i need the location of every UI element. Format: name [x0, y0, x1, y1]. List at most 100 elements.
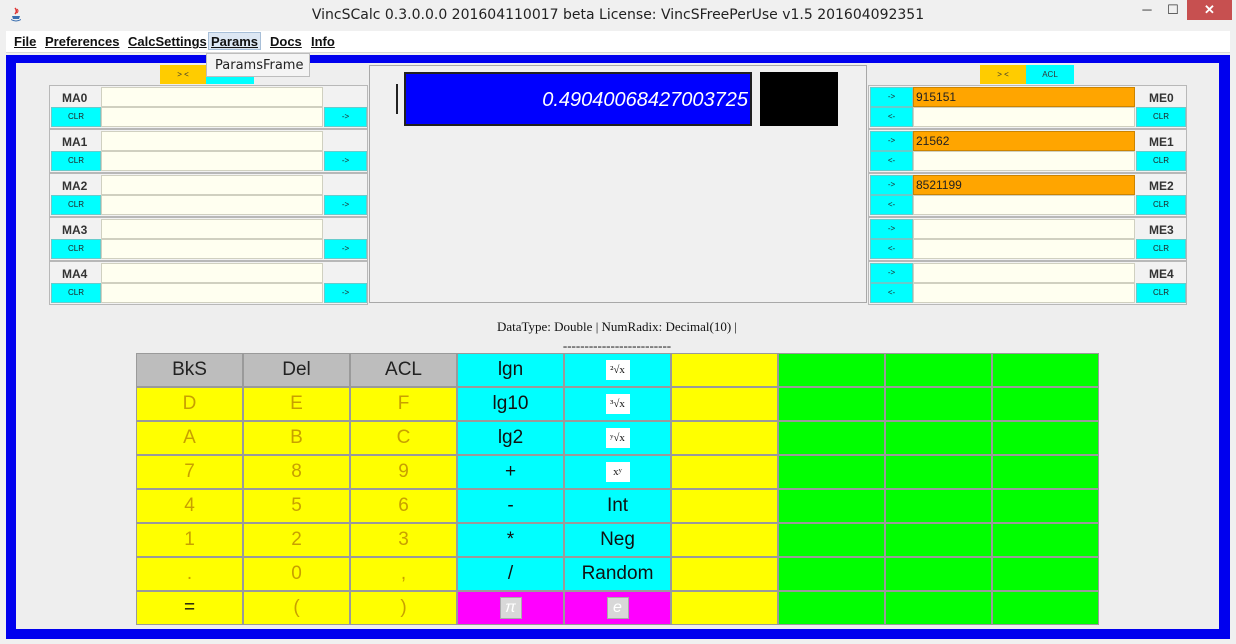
load-me1-button[interactable]: ->	[870, 131, 913, 151]
key-7[interactable]: 7	[136, 455, 243, 489]
key-blank-7-6[interactable]	[778, 591, 885, 625]
right-acl-button[interactable]: ACL	[1026, 65, 1074, 84]
key-6[interactable]: 6	[350, 489, 457, 523]
maximize-button[interactable]: ☐	[1160, 0, 1186, 20]
key-blank-5-7[interactable]	[885, 523, 992, 557]
key-blank-2-7[interactable]	[885, 421, 992, 455]
key-blank-0-6[interactable]	[778, 353, 885, 387]
menu-params[interactable]: Params	[208, 32, 261, 50]
recall-me4-button[interactable]: <-	[870, 283, 913, 303]
key-sym-7-3[interactable]: π	[457, 591, 564, 625]
key-x[interactable]: ʸ√x	[564, 421, 671, 455]
key-blank-3-8[interactable]	[992, 455, 1099, 489]
key-lgn[interactable]: lgn	[457, 353, 564, 387]
key-8[interactable]: 8	[243, 455, 350, 489]
send-ma4-button[interactable]: ->	[324, 283, 367, 303]
memory-value-me1[interactable]: 21562	[913, 131, 1135, 151]
clear-ma0-button[interactable]: CLR	[51, 107, 101, 127]
menu-docs[interactable]: Docs	[268, 33, 304, 51]
key-x[interactable]: xʸ	[564, 455, 671, 489]
memory-input-me3[interactable]	[913, 239, 1135, 259]
key-blank-6-7[interactable]	[885, 557, 992, 591]
key-f[interactable]: F	[350, 387, 457, 421]
key-sym-7-0[interactable]: =	[136, 591, 243, 625]
key-2[interactable]: 2	[243, 523, 350, 557]
key-sym-6-3[interactable]: /	[457, 557, 564, 591]
clear-me2-button[interactable]: CLR	[1136, 195, 1186, 215]
clear-me3-button[interactable]: CLR	[1136, 239, 1186, 259]
memory-input-me2[interactable]	[913, 195, 1135, 215]
key-blank-1-8[interactable]	[992, 387, 1099, 421]
key-4[interactable]: 4	[136, 489, 243, 523]
clear-me4-button[interactable]: CLR	[1136, 283, 1186, 303]
key-random[interactable]: Random	[564, 557, 671, 591]
recall-me0-button[interactable]: <-	[870, 107, 913, 127]
clear-ma4-button[interactable]: CLR	[51, 283, 101, 303]
key-e[interactable]: E	[243, 387, 350, 421]
memory-input-me0[interactable]	[913, 107, 1135, 127]
menu-calcsettings[interactable]: CalcSettings	[126, 33, 209, 51]
key-blank-3-5[interactable]	[671, 455, 778, 489]
minimize-button[interactable]: ─	[1134, 0, 1160, 20]
key-blank-4-8[interactable]	[992, 489, 1099, 523]
key-blank-6-5[interactable]	[671, 557, 778, 591]
key-sym-6-2[interactable]: ,	[350, 557, 457, 591]
key-blank-5-8[interactable]	[992, 523, 1099, 557]
load-me0-button[interactable]: ->	[870, 87, 913, 107]
send-ma3-button[interactable]: ->	[324, 239, 367, 259]
key-blank-4-5[interactable]	[671, 489, 778, 523]
key-a[interactable]: A	[136, 421, 243, 455]
right-swap-button[interactable]: > <	[980, 65, 1026, 84]
clear-ma3-button[interactable]: CLR	[51, 239, 101, 259]
key-3[interactable]: 3	[350, 523, 457, 557]
clear-me1-button[interactable]: CLR	[1136, 151, 1186, 171]
key-blank-4-6[interactable]	[778, 489, 885, 523]
key-blank-1-6[interactable]	[778, 387, 885, 421]
key-sym-4-3[interactable]: -	[457, 489, 564, 523]
key-blank-6-6[interactable]	[778, 557, 885, 591]
memory-value-ma3[interactable]	[101, 219, 323, 239]
menu-preferences[interactable]: Preferences	[43, 33, 121, 51]
load-me3-button[interactable]: ->	[870, 219, 913, 239]
key-sym-7-1[interactable]: (	[243, 591, 350, 625]
key-sym-5-3[interactable]: *	[457, 523, 564, 557]
send-ma0-button[interactable]: ->	[324, 107, 367, 127]
memory-input-ma1[interactable]	[101, 151, 323, 171]
key-blank-0-8[interactable]	[992, 353, 1099, 387]
key-blank-3-7[interactable]	[885, 455, 992, 489]
key-blank-2-5[interactable]	[671, 421, 778, 455]
memory-input-ma2[interactable]	[101, 195, 323, 215]
key-e[interactable]: e	[564, 591, 671, 625]
key-sym-3-3[interactable]: +	[457, 455, 564, 489]
key-blank-0-7[interactable]	[885, 353, 992, 387]
clear-me0-button[interactable]: CLR	[1136, 107, 1186, 127]
key-sym-7-2[interactable]: )	[350, 591, 457, 625]
key-5[interactable]: 5	[243, 489, 350, 523]
memory-value-ma2[interactable]	[101, 175, 323, 195]
key-9[interactable]: 9	[350, 455, 457, 489]
recall-me3-button[interactable]: <-	[870, 239, 913, 259]
memory-value-ma4[interactable]	[101, 263, 323, 283]
params-dropdown-item[interactable]: ParamsFrame	[206, 53, 310, 77]
key-del[interactable]: Del	[243, 353, 350, 387]
key-blank-4-7[interactable]	[885, 489, 992, 523]
key-c[interactable]: C	[350, 421, 457, 455]
key-1[interactable]: 1	[136, 523, 243, 557]
memory-value-me2[interactable]: 8521199	[913, 175, 1135, 195]
key-blank-5-6[interactable]	[778, 523, 885, 557]
recall-me1-button[interactable]: <-	[870, 151, 913, 171]
key-x[interactable]: ³√x	[564, 387, 671, 421]
key-blank-7-5[interactable]	[671, 591, 778, 625]
key-d[interactable]: D	[136, 387, 243, 421]
memory-value-ma1[interactable]	[101, 131, 323, 151]
menu-file[interactable]: File	[12, 33, 38, 51]
key-int[interactable]: Int	[564, 489, 671, 523]
key-blank-5-5[interactable]	[671, 523, 778, 557]
left-swap-button[interactable]: > <	[160, 65, 206, 84]
key-blank-1-7[interactable]	[885, 387, 992, 421]
memory-value-me4[interactable]	[913, 263, 1135, 283]
memory-value-ma0[interactable]	[101, 87, 323, 107]
key-acl[interactable]: ACL	[350, 353, 457, 387]
memory-input-me4[interactable]	[913, 283, 1135, 303]
key-0[interactable]: 0	[243, 557, 350, 591]
